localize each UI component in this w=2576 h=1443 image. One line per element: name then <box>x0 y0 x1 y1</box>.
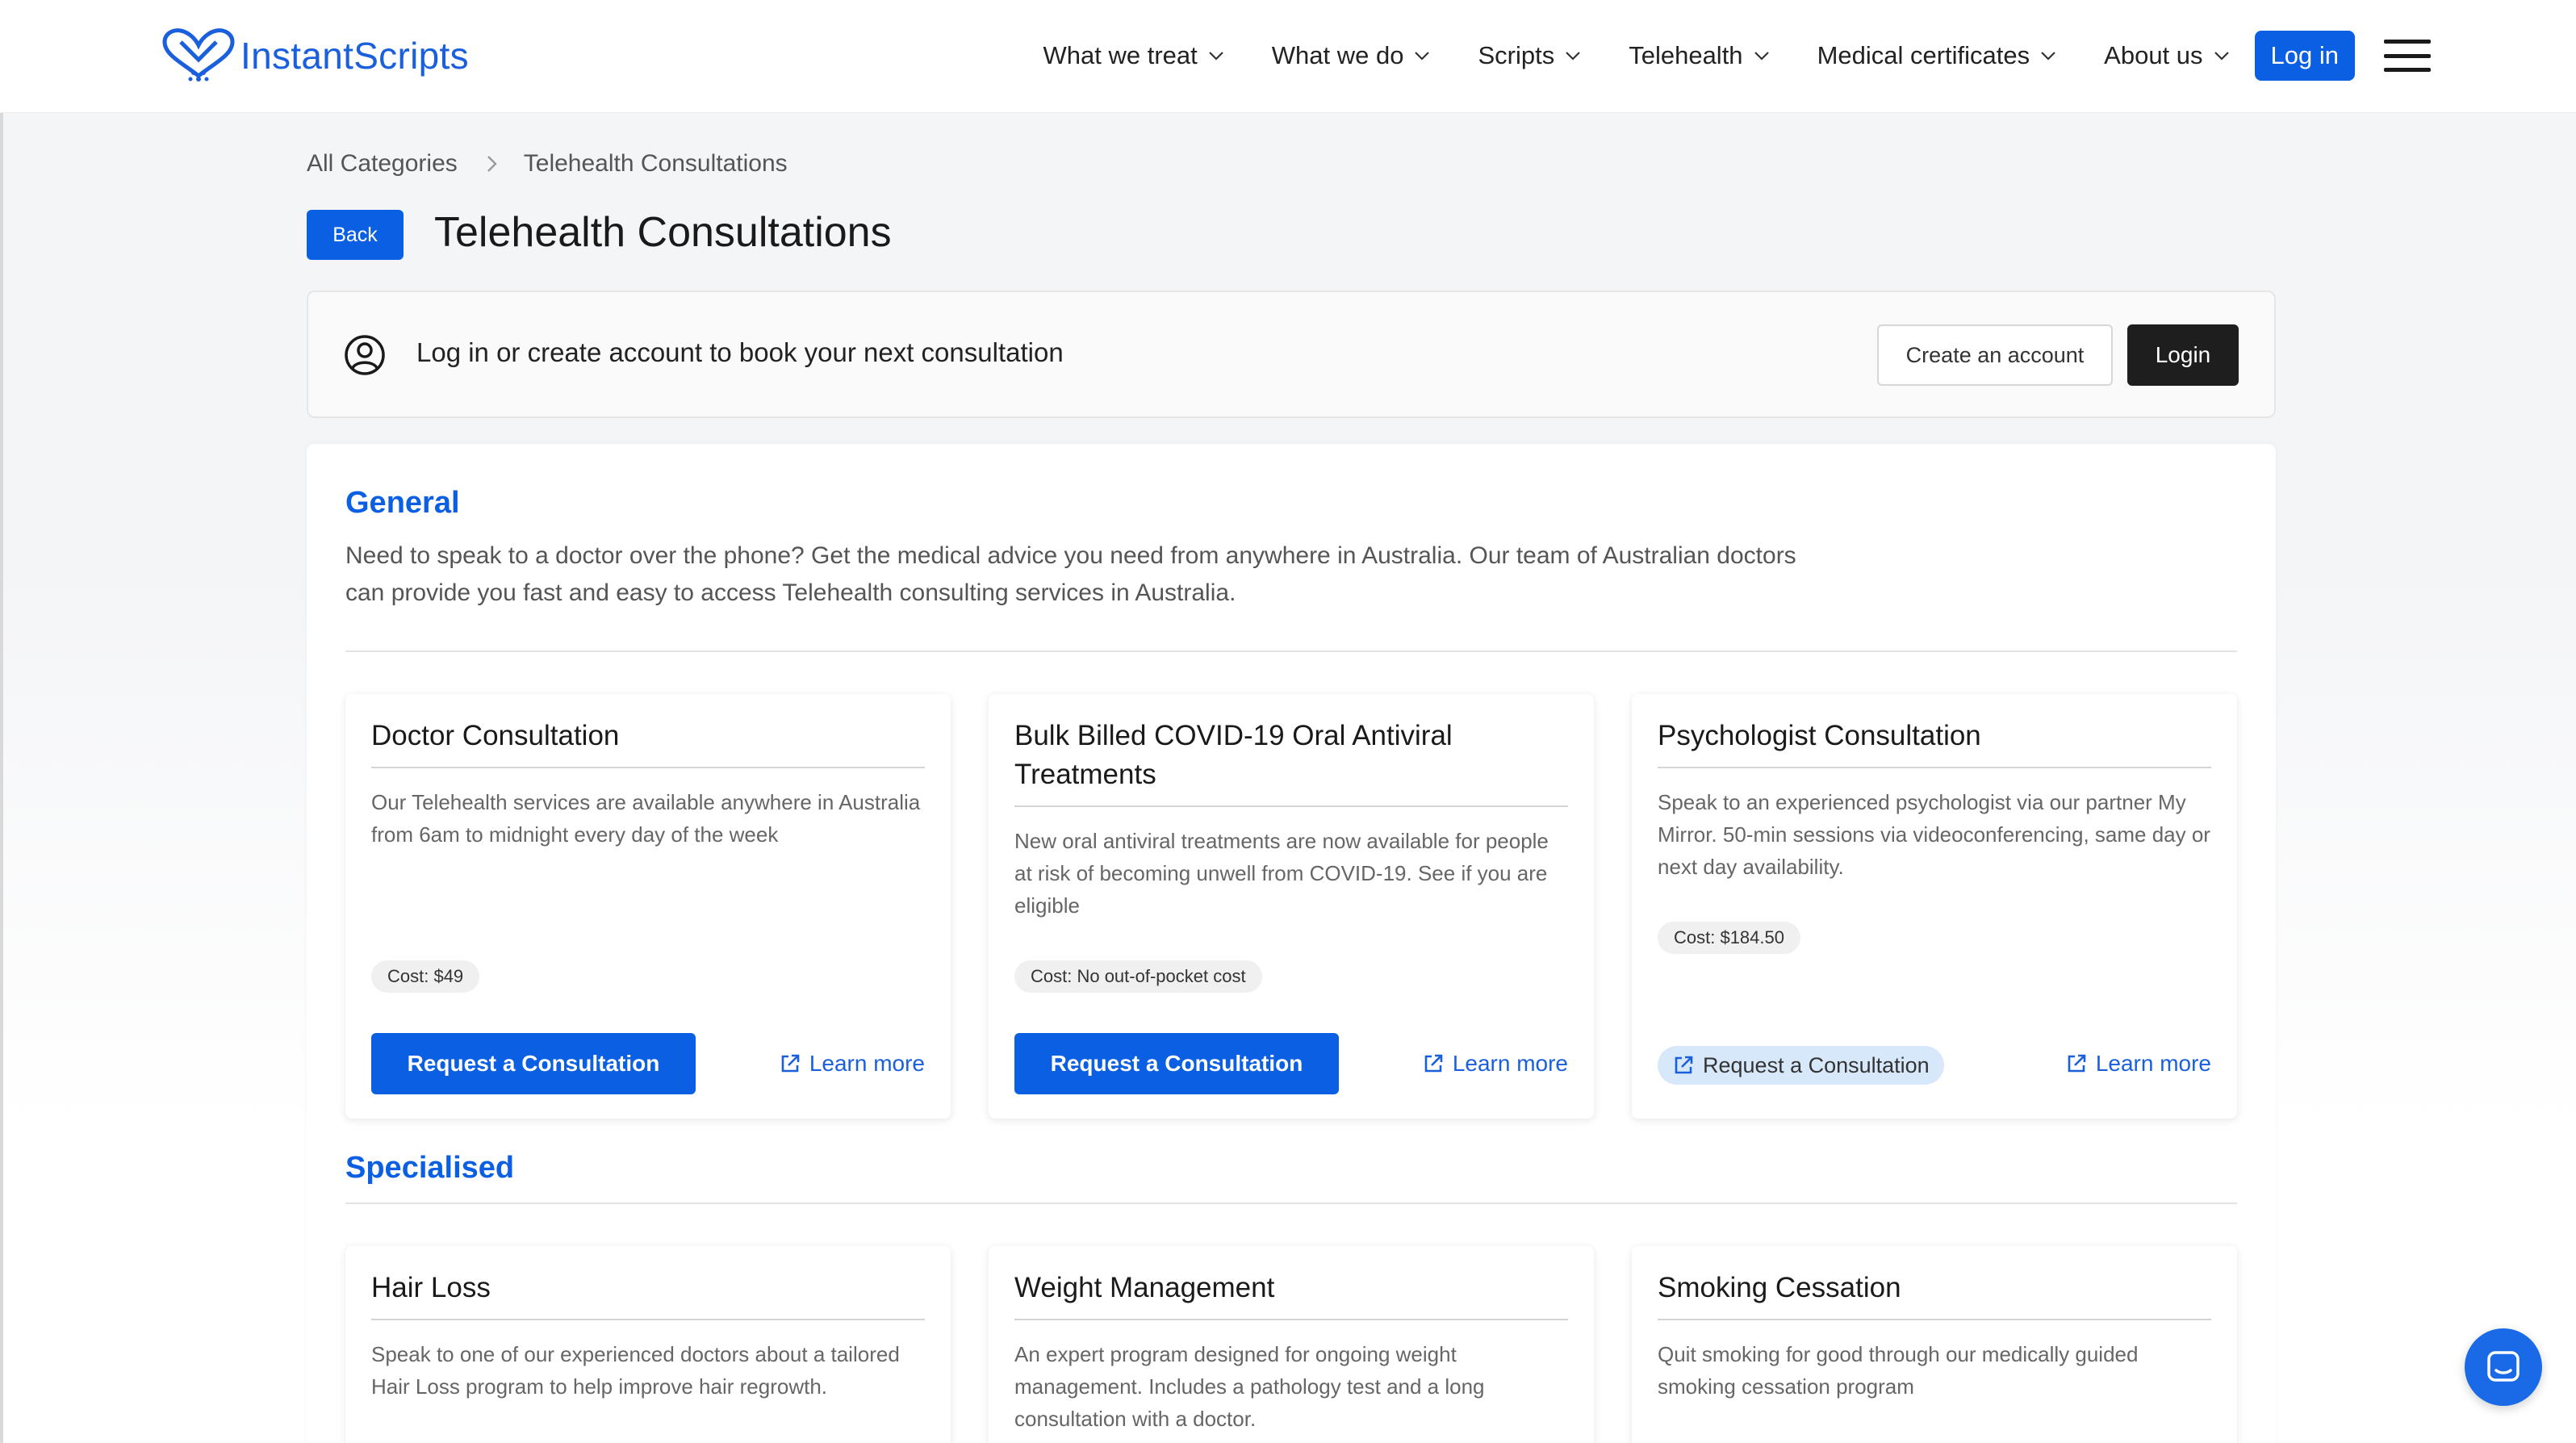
main-nav: What we treat What we do Scripts Telehea… <box>997 31 2431 81</box>
card-divider <box>1658 767 2211 768</box>
card-description: Our Telehealth services are available an… <box>371 790 921 847</box>
login-button[interactable]: Login <box>2127 324 2239 386</box>
card-divider <box>1014 1319 1568 1320</box>
card-title: Hair Loss <box>371 1272 491 1303</box>
breadcrumb-current: Telehealth Consultations <box>523 150 788 177</box>
card-title: Doctor Consultation <box>371 720 620 751</box>
consultations-panel: General Need to speak to a doctor over t… <box>307 444 2276 1443</box>
chevron-down-icon <box>1415 52 1430 61</box>
chevron-down-icon <box>2214 52 2229 61</box>
card-hair-loss: Hair Loss Speak to one of our experience… <box>345 1246 951 1443</box>
nav-telehealth[interactable]: Telehealth <box>1629 41 1770 70</box>
cost-badge: Cost: $49 <box>371 960 480 993</box>
divider <box>345 650 2237 652</box>
card-weight-management: Weight Management An expert program desi… <box>989 1246 1594 1443</box>
external-link-icon <box>1424 1054 1443 1073</box>
external-link-icon <box>1675 1056 1693 1074</box>
heart-logo-icon <box>162 28 235 82</box>
learn-more-label: Learn more <box>1452 1051 1568 1076</box>
card-divider <box>1658 1319 2211 1320</box>
card-title: Weight Management <box>1014 1272 1275 1303</box>
request-consultation-button[interactable]: Request a Consultation <box>1014 1033 1339 1094</box>
site-header: InstantScripts What we treat What we do … <box>0 0 2576 113</box>
learn-more-label: Learn more <box>2095 1051 2211 1076</box>
nav-scripts[interactable]: Scripts <box>1478 41 1582 70</box>
card-psychologist-consultation: Psychologist Consultation Speak to an ex… <box>1632 694 2237 1119</box>
breadcrumb-all-categories[interactable]: All Categories <box>307 150 458 178</box>
card-title: Smoking Cessation <box>1658 1272 1901 1303</box>
window-edge <box>0 0 3 1443</box>
card-divider <box>371 1319 925 1320</box>
hamburger-menu-icon[interactable] <box>2384 40 2431 72</box>
card-description: New oral antiviral treatments are now av… <box>1014 829 1549 918</box>
header-login-button[interactable]: Log in <box>2254 31 2355 81</box>
learn-more-link[interactable]: Learn more <box>2065 1051 2211 1077</box>
nav-about-us[interactable]: About us <box>2104 41 2230 70</box>
section-title-general: General <box>345 486 460 520</box>
nav-label: Telehealth <box>1629 41 1743 69</box>
chat-launcher-button[interactable] <box>2465 1328 2542 1406</box>
user-circle-icon <box>345 335 385 375</box>
card-doctor-consultation: Doctor Consultation Our Telehealth servi… <box>345 694 951 1119</box>
divider <box>345 1202 2237 1204</box>
request-consultation-external-button[interactable]: Request a Consultation <box>1658 1046 1944 1085</box>
nav-label: Scripts <box>1478 41 1555 69</box>
section-title-specialised: Specialised <box>345 1151 515 1185</box>
card-title: Bulk Billed COVID-19 Oral Antiviral Trea… <box>1014 720 1453 790</box>
external-link-icon <box>781 1054 800 1073</box>
cost-badge: Cost: $184.50 <box>1658 922 1800 954</box>
card-smoking-cessation: Smoking Cessation Quit smoking for good … <box>1632 1246 2237 1443</box>
chevron-down-icon <box>2041 52 2055 61</box>
chevron-down-icon <box>1754 52 1769 61</box>
create-account-button[interactable]: Create an account <box>1877 324 2113 386</box>
card-divider <box>1014 805 1568 807</box>
card-title: Psychologist Consultation <box>1658 720 1981 751</box>
chevron-down-icon <box>1208 52 1223 61</box>
card-divider <box>371 767 925 768</box>
breadcrumb: All Categories Telehealth Consultations <box>307 150 788 178</box>
card-description: Speak to one of our experienced doctors … <box>371 1342 900 1399</box>
nav-label: Medical certificates <box>1817 41 2030 69</box>
back-button[interactable]: Back <box>307 210 404 260</box>
external-link-icon <box>2068 1054 2086 1073</box>
card-description: Quit smoking for good through our medica… <box>1658 1342 2139 1399</box>
brand-name: InstantScripts <box>240 35 469 77</box>
card-covid-antiviral: Bulk Billed COVID-19 Oral Antiviral Trea… <box>989 694 1594 1119</box>
nav-medical-certificates[interactable]: Medical certificates <box>1817 41 2058 70</box>
nav-what-we-do[interactable]: What we do <box>1272 41 1432 70</box>
card-description: Speak to an experienced psychologist via… <box>1658 790 2210 879</box>
chat-icon <box>2487 1351 2520 1382</box>
brand-logo[interactable]: InstantScripts <box>158 27 469 84</box>
nav-what-we-treat[interactable]: What we treat <box>1043 41 1225 70</box>
card-description: An expert program designed for ongoing w… <box>1014 1342 1485 1431</box>
request-consultation-label: Request a Consultation <box>1703 1052 1930 1077</box>
login-banner: Log in or create account to book your ne… <box>307 291 2276 418</box>
login-banner-text: Log in or create account to book your ne… <box>416 337 1064 367</box>
nav-label: What we do <box>1271 41 1404 69</box>
page-title: Telehealth Consultations <box>434 209 892 256</box>
nav-label: What we treat <box>1043 41 1198 69</box>
request-consultation-button[interactable]: Request a Consultation <box>371 1033 696 1094</box>
cost-badge: Cost: No out-of-pocket cost <box>1014 960 1262 993</box>
chevron-right-icon <box>487 156 497 172</box>
learn-more-link[interactable]: Learn more <box>1422 1051 1568 1077</box>
learn-more-label: Learn more <box>809 1051 925 1076</box>
nav-label: About us <box>2104 41 2203 69</box>
chevron-down-icon <box>1566 52 1580 61</box>
learn-more-link[interactable]: Learn more <box>779 1051 925 1077</box>
section-description-general: Need to speak to a doctor over the phone… <box>345 542 1796 606</box>
